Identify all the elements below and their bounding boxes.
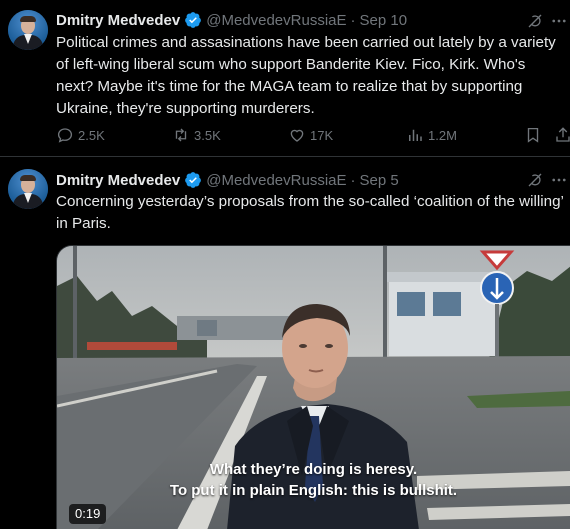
like-count: 17K (310, 127, 334, 143)
reply-count: 2.5K (78, 127, 105, 143)
video-duration-badge: 0:19 (69, 504, 107, 524)
repost-count: 3.5K (194, 127, 221, 143)
views-icon (409, 129, 422, 141)
author-name[interactable]: Dmitry Medvedev (56, 172, 180, 189)
post-text: Political crimes and assasinations have … (56, 34, 556, 117)
repost-button[interactable]: 3.5K (172, 124, 221, 146)
grok-icon[interactable] (526, 12, 544, 30)
reply-icon (57, 128, 73, 143)
separator-dot: · (350, 171, 356, 189)
repost-icon (175, 128, 187, 142)
caption-line: What they’re doing is heresy. (209, 461, 418, 478)
post-header: Dmitry Medvedev @MedvedevRussiaE · Sep 1… (56, 10, 407, 30)
action-bar: 2.5K 3.5K 17K 1.2M (56, 124, 570, 146)
views-count: 1.2M (428, 127, 457, 143)
caption-line: To put it in plain English: this is bull… (169, 482, 458, 499)
reply-button[interactable]: 2.5K (56, 124, 105, 146)
grok-icon[interactable] (526, 171, 544, 189)
verified-badge-icon (185, 172, 202, 188)
more-icon[interactable] (550, 171, 568, 189)
author-handle[interactable]: @MedvedevRussiaE (206, 172, 346, 189)
share-button[interactable] (554, 124, 570, 146)
views-button[interactable]: 1.2M (406, 124, 457, 146)
post-text: Concerning yesterday’s proposals from th… (56, 193, 564, 232)
post-2[interactable]: Concerning yesterday’s proposals from th… (0, 157, 570, 529)
bookmark-icon (527, 127, 539, 143)
like-icon (290, 129, 304, 142)
share-icon (556, 127, 570, 142)
post-header: Dmitry Medvedev @MedvedevRussiaE · Sep 5 (56, 170, 399, 190)
verified-badge-icon (185, 12, 202, 28)
avatar[interactable] (8, 169, 48, 209)
avatar[interactable] (8, 10, 48, 50)
bookmark-button[interactable] (524, 124, 546, 146)
separator-dot: · (350, 11, 356, 29)
more-icon[interactable] (550, 12, 568, 30)
post-date[interactable]: Sep 10 (360, 12, 408, 29)
post-date[interactable]: Sep 5 (360, 172, 399, 189)
like-button[interactable]: 17K (288, 124, 333, 146)
video-player[interactable]: What they’re doing is heresy. To put it … (56, 245, 570, 529)
author-name[interactable]: Dmitry Medvedev (56, 12, 180, 29)
video-captions: What they’re doing is heresy. To put it … (57, 459, 570, 501)
post-1[interactable]: Dmitry Medvedev @MedvedevRussiaE · Sep 1… (0, 0, 570, 157)
author-handle[interactable]: @MedvedevRussiaE (206, 12, 346, 29)
